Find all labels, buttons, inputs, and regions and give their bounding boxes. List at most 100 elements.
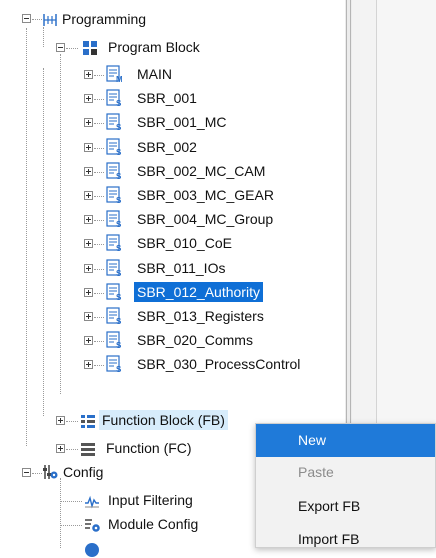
svg-text:S: S [116,148,122,156]
svg-text:S: S [116,244,122,252]
expand-icon[interactable] [56,444,65,453]
module-config-icon [85,519,100,532]
tree-node-block[interactable]: S SBR_010_CoE [0,233,345,253]
tree-node-block[interactable]: S SBR_001 [0,88,345,108]
svg-text:S: S [116,99,122,107]
tree-label: SBR_003_MC_GEAR [137,187,274,203]
menu-item-import-fb[interactable]: Import FB [256,523,435,556]
svg-text:S: S [116,269,122,277]
tree-label: Input Filtering [108,492,193,508]
function-icon [81,443,95,456]
tree-label: SBR_012_Authority [134,282,263,302]
svg-text:S: S [116,172,122,180]
tree-label: Module Config [108,516,199,532]
subroutine-icon: S [106,186,122,204]
expand-icon[interactable] [84,239,93,248]
tree-node-block[interactable]: S SBR_001_MC [0,112,345,132]
tree-label: SBR_001 [137,90,197,106]
tree-label: SBR_011_IOs [137,260,226,276]
program-block-icon [83,41,97,55]
tree-guide-line [66,421,78,422]
tree-guide-line [94,269,104,270]
tree-label: Function Block (FB) [99,410,228,430]
tree-guide-line [94,244,104,245]
svg-text:S: S [116,341,122,349]
tree-label: SBR_010_CoE [137,235,232,251]
expand-icon[interactable] [84,167,93,176]
waveform-icon [85,495,99,509]
expand-icon[interactable] [84,94,93,103]
collapse-icon[interactable] [22,14,31,23]
tree-label: SBR_013_Registers [137,308,264,324]
tree-label: Config [63,464,104,480]
expand-icon[interactable] [84,143,93,152]
subroutine-icon: S [106,259,122,277]
subroutine-icon: S [106,331,122,349]
subroutine-icon: S [106,162,122,180]
tree-guide-line [94,317,104,318]
expand-icon[interactable] [56,416,65,425]
tree-node-programming[interactable]: Programming [0,9,345,29]
svg-text:S: S [116,293,122,301]
tree-node-block[interactable]: S SBR_002 [0,137,345,157]
tree-guide-line [94,99,104,100]
tree-node-block[interactable]: S SBR_011_IOs [0,258,345,278]
tree-label: SBR_002_MC_CAM [137,163,266,179]
subroutine-icon: S [106,355,122,373]
expand-icon[interactable] [84,118,93,127]
subroutine-icon: S [106,138,122,156]
tree-guide-line [94,148,104,149]
tree-label: Programming [62,11,147,27]
expand-icon[interactable] [84,288,93,297]
tree-guide-line [60,501,82,502]
tree-label: Function (FC) [106,440,192,456]
tree-node-program-block[interactable]: Program Block [0,37,345,57]
tree-guide-line [60,525,82,526]
menu-item-export-fb[interactable]: Export FB [256,490,435,523]
expand-icon[interactable] [84,360,93,369]
tree-guide-line [94,365,104,366]
expand-icon[interactable] [84,336,93,345]
tree-guide-line [94,341,104,342]
tree-node-block[interactable]: S SBR_020_Comms [0,330,345,350]
tree-guide-line [94,293,104,294]
expand-icon[interactable] [84,215,93,224]
svg-text:S: S [116,196,122,204]
svg-text:M: M [116,75,122,83]
tree-node-block[interactable]: S SBR_013_Registers [0,306,345,326]
config-icon [43,465,58,479]
ladder-logic-icon [43,14,57,26]
collapse-icon[interactable] [56,43,65,52]
svg-text:S: S [116,317,122,325]
menu-item-paste[interactable]: Paste [256,456,435,489]
menu-item-new[interactable]: New [256,424,435,457]
tree-label: SBR_030_ProcessControl [137,356,301,372]
subroutine-icon: S [106,283,122,301]
tree-label: SBR_020_Comms [137,332,253,348]
expand-icon[interactable] [84,264,93,273]
tree-node-block[interactable]: S SBR_030_ProcessControl [0,354,345,374]
partial-node-icon [85,543,99,557]
main-program-icon: M [106,65,122,83]
tree-node-block[interactable]: S SBR_002_MC_CAM [0,161,345,181]
tree-label: MAIN [137,66,172,82]
tree-guide-line [94,123,104,124]
tree-node-block[interactable]: S SBR_003_MC_GEAR [0,185,345,205]
expand-icon[interactable] [84,191,93,200]
tree-guide-line [66,48,78,49]
expand-icon[interactable] [84,312,93,321]
subroutine-icon: S [106,113,122,131]
expand-icon[interactable] [84,70,93,79]
svg-text:S: S [116,365,122,373]
tree-label: Program Block [108,39,200,55]
tree-node-block[interactable]: S SBR_012_Authority [0,282,345,302]
function-block-icon [81,415,95,428]
subroutine-icon: S [106,89,122,107]
tree-guide-line [66,449,78,450]
svg-text:S: S [116,220,122,228]
tree-node-block[interactable]: M MAIN [0,64,345,84]
tree-guide-line [94,196,104,197]
tree-label: SBR_001_MC [137,114,227,130]
collapse-icon[interactable] [22,468,31,477]
tree-node-block[interactable]: S SBR_004_MC_Group [0,209,345,229]
